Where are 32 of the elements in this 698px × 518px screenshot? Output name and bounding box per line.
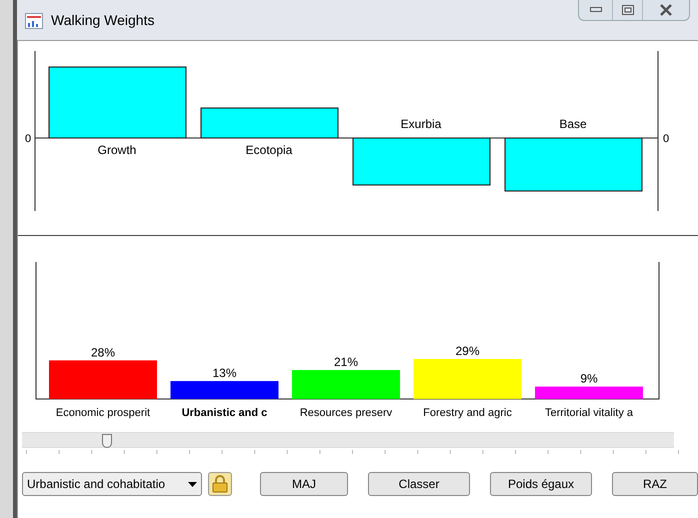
dropdown-caret-icon: [188, 482, 197, 486]
close-icon: [659, 4, 673, 16]
padlock-icon: [212, 475, 228, 493]
slider-thumb[interactable]: [102, 434, 112, 448]
action-button[interactable]: MAJ: [260, 472, 348, 496]
category-label[interactable]: Territorial vitality a: [544, 407, 634, 419]
action-button[interactable]: RAZ: [612, 472, 698, 496]
scenario-label: Growth: [98, 143, 136, 157]
maximize-icon: [622, 5, 634, 15]
dropdown-value: Urbanistic and cohabitatio: [27, 476, 166, 493]
scenario-label: Exurbia: [400, 117, 442, 131]
category-label[interactable]: Resources preserv: [300, 407, 392, 419]
criterion-dropdown[interactable]: Urbanistic and cohabitatio: [22, 472, 202, 496]
minimize-icon: [590, 7, 602, 13]
value-label: 21%: [334, 355, 358, 370]
scenario-label: Base: [559, 117, 587, 131]
value-label: 9%: [580, 372, 598, 386]
slider-track[interactable]: [22, 432, 674, 448]
value-label: 13%: [212, 366, 237, 380]
category-label[interactable]: Urbanistic and c: [182, 407, 268, 419]
action-button[interactable]: Poids égaux: [490, 472, 592, 496]
category-label[interactable]: Economic prosperit: [56, 407, 150, 419]
chart-app-icon: [25, 12, 43, 28]
value-label: 29%: [455, 344, 480, 358]
axis-label: 0: [662, 133, 670, 145]
window-title: Walking Weights: [51, 11, 154, 30]
value-label: 28%: [90, 345, 116, 360]
scenario-label: Ecotopia: [246, 143, 292, 157]
lock-button[interactable]: [208, 472, 232, 496]
action-button[interactable]: Classer: [368, 472, 470, 496]
category-label[interactable]: Forestry and agric: [423, 407, 512, 419]
axis-label: 0: [24, 133, 32, 145]
